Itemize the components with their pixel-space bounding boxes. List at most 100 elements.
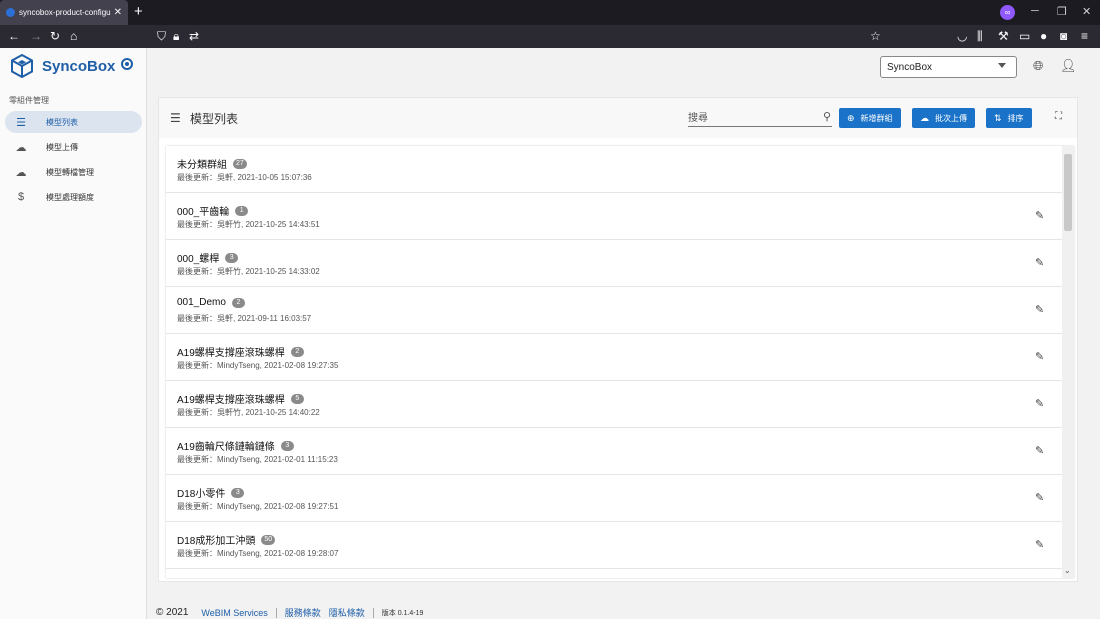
shield-icon[interactable]: ⛉ [157,29,166,43]
cloud-upload-icon: ☁ [920,112,929,123]
list-item[interactable]: A19齒輪尺條鏈輪鏈條 3 最後更新：MindyTseng, 2021-02-01… [166,428,1062,475]
tools-icon[interactable]: ⚒ [998,29,1009,43]
back-icon[interactable]: ← [8,29,20,43]
privacy-link[interactable]: 隱私條款 [329,606,365,619]
list-scrollbar[interactable]: ⌄ [1062,146,1074,578]
search-input[interactable] [688,111,808,126]
edit-pencil-icon[interactable]: ✎ [1035,256,1044,269]
scrollbar-thumb[interactable] [1064,154,1072,231]
language-globe-icon[interactable]: 🌐︎ [1033,58,1043,74]
list-item[interactable]: D18小零件 3 最後更新：MindyTseng, 2021-02-08 19:2… [166,475,1062,522]
forward-icon[interactable]: → [30,29,42,43]
account-icon[interactable]: ● [1040,29,1047,43]
model-list-panel: ☰ 模型列表 ⚲ ⊕ 新增群組 ☁ 批次上傳 ⇅ 排序 ⛶ [158,97,1078,582]
list-item[interactable]: 000_螺桿 3 最後更新：吳軒竹, 2021-10-25 14:33:02 ✎ [166,240,1062,287]
edit-pencil-icon[interactable]: ✎ [1035,397,1044,410]
sort-label: 排序 [1007,113,1024,123]
count-badge: 3 [231,487,245,498]
edit-pencil-icon[interactable]: ✎ [1035,303,1044,316]
count-badge: 3 [280,440,294,451]
edit-pencil-icon[interactable]: ✎ [1035,350,1044,363]
sidebar-item-model-quota[interactable]: $ 模型處理額度 [5,186,142,208]
library-icon[interactable]: ⫼ [977,29,983,43]
restore-icon[interactable]: ❐ [1057,5,1067,18]
target-icon[interactable] [121,58,133,70]
list-item[interactable]: 未分類群組 27 最後更新：吳軒, 2021-10-05 15:07:36 [166,146,1062,193]
minimize-icon[interactable]: ─ [1031,5,1039,17]
user-account-icon[interactable]: 👤︎ [1060,58,1077,74]
reload-icon[interactable]: ↻ [50,29,60,43]
panel-header: ☰ 模型列表 ⚲ ⊕ 新增群組 ☁ 批次上傳 ⇅ 排序 ⛶ [159,98,1077,138]
group-name: 000_螺桿 [177,254,220,265]
count-badge: 1 [235,205,249,216]
last-updated: 最後更新：MindyTseng, 2021-02-08 19:28:07 [177,549,339,558]
group-name: A19螺桿支撐座滾珠螺桿 [177,348,285,359]
permissions-icon[interactable]: ⇄ [189,29,199,43]
sidebar-item-model-list[interactable]: ☰ 模型列表 [5,111,142,133]
sidebar-item-label: 模型處理額度 [46,192,94,202]
group-name: D18成形加工沖頭 [177,536,256,547]
batch-upload-button[interactable]: ☁ 批次上傳 [912,108,975,128]
close-tab-icon[interactable]: ✕ [114,7,122,18]
pocket-icon[interactable]: ◡ [957,29,967,43]
group-name: A19齒輪尺條鏈輪鏈條 [177,442,275,453]
list-item[interactable]: D18成形加工沖頭 50 最後更新：MindyTseng, 2021-02-08 … [166,522,1062,569]
dollar-icon: $ [17,191,25,203]
fullscreen-icon[interactable]: ⛶ [1055,111,1062,122]
edit-pencil-icon[interactable]: ✎ [1035,491,1044,504]
sort-icon: ⇅ [994,112,1002,123]
count-badge: 50 [261,534,276,545]
sidebar-item-model-upload[interactable]: ☁ 模型上傳 [5,136,142,158]
bookmark-star-icon[interactable]: ☆ [870,29,881,43]
terms-link[interactable]: 服務條款 [285,606,321,619]
extension-icon[interactable]: ◙ [1060,29,1067,43]
new-tab-button[interactable]: + [134,4,143,20]
company-link[interactable]: WeBIM Services [201,608,267,618]
home-icon[interactable]: ⌂ [70,29,77,43]
list-icon: ☰ [170,111,181,125]
tenant-select[interactable]: SyncoBox [880,56,1017,78]
chevron-down-icon [998,63,1006,68]
menu-icon[interactable]: ≡ [1081,29,1088,43]
list-item[interactable]: 000_平齒輪 1 最後更新：吳軒竹, 2021-10-25 14:43:51 ✎ [166,193,1062,240]
list-item[interactable]: A19螺桿支撐座滾珠螺桿 5 最後更新：吳軒竹, 2021-10-25 14:40… [166,381,1062,428]
group-name: 000_平齒輪 [177,207,230,218]
sort-button[interactable]: ⇅ 排序 [986,108,1032,128]
tenant-value: SyncoBox [887,61,933,73]
search-box: ⚲ [688,110,832,127]
sidebar-item-model-conversion[interactable]: ☁ 模型轉檔管理 [5,161,142,183]
list-item[interactable]: A19螺桿支撐座滾珠螺桿 2 最後更新：MindyTseng, 2021-02-0… [166,334,1062,381]
private-mask-icon[interactable]: ∞ [1000,5,1015,20]
edit-pencil-icon[interactable]: ✎ [1035,538,1044,551]
new-group-button[interactable]: ⊕ 新增群組 [839,108,901,128]
count-badge: 5 [290,393,304,404]
close-window-icon[interactable]: ✕ [1082,5,1091,18]
list-item[interactable]: 001_Demo 2 最後更新：吳軒, 2021-09-11 16:03:57 ✎ [166,287,1062,334]
count-badge: 2 [231,297,245,308]
sidebar-item-label: 模型上傳 [46,142,78,152]
group-name: D18小零件 [177,489,226,500]
logo[interactable]: SyncoBox [10,54,115,78]
lock-icon[interactable]: 🔒︎ [173,29,179,43]
copyright: © 2021 [156,607,189,618]
last-updated: 最後更新：MindyTseng, 2021-02-01 11:15:23 [177,455,338,464]
main-content: SyncoBox 🌐︎ 👤︎ ☰ 模型列表 ⚲ ⊕ 新增群組 ☁ 批次上傳 [147,48,1100,619]
list-icon: ☰ [16,116,26,129]
search-icon[interactable]: ⚲ [823,110,831,123]
last-updated: 最後更新：吳軒竹, 2021-10-25 14:33:02 [177,267,320,276]
last-updated: 最後更新：MindyTseng, 2021-02-08 19:27:51 [177,502,339,511]
browser-tab[interactable]: syncobox-product-configurator ✕ [0,0,128,25]
group-list: 未分類群組 27 最後更新：吳軒, 2021-10-05 15:07:36 000… [166,146,1074,578]
divider [275,607,277,618]
edit-pencil-icon[interactable]: ✎ [1035,209,1044,222]
last-updated: 最後更新：吳軒竹, 2021-10-25 14:43:51 [177,220,320,229]
last-updated: 最後更新：吳軒, 2021-09-11 16:03:57 [177,314,312,323]
group-name: 未分類群組 [177,160,227,171]
sidebar-toggle-icon[interactable]: ▭ [1019,29,1030,43]
chevron-down-icon[interactable]: ⌄ [1064,566,1071,575]
brand-name: SyncoBox [42,57,116,75]
browser-nav-bar: ← → ↻ ⌂ ⛉ 🔒︎ ⇄ ☆ ◡ ⫼ ⚒ ▭ ● ◙ ≡ [0,25,1100,48]
divider [372,607,374,618]
edit-pencil-icon[interactable]: ✎ [1035,444,1044,457]
favicon-icon [6,8,15,17]
